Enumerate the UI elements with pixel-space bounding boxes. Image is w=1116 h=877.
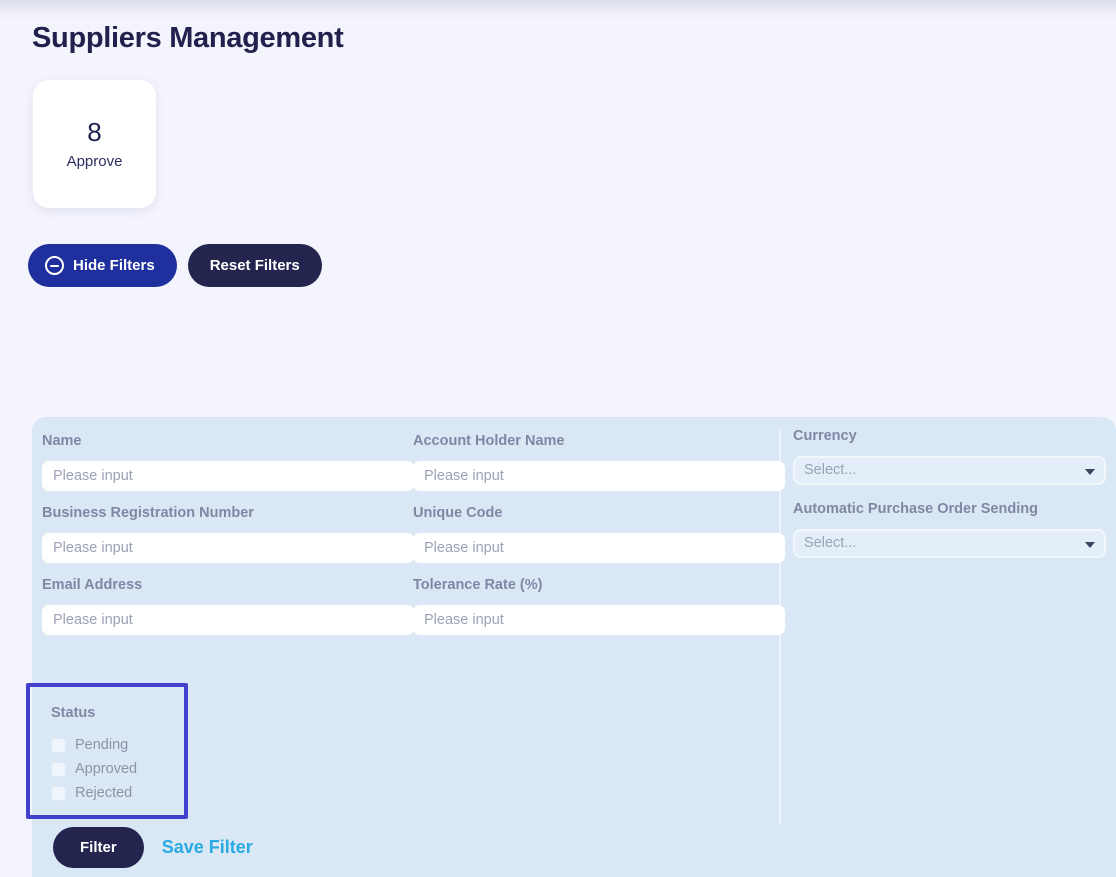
field-label-automatic-purchase-order-sending: Automatic Purchase Order Sending — [793, 501, 1038, 517]
currency-select[interactable]: Select... — [793, 456, 1106, 485]
field-tolerance-rate: Tolerance Rate (%) — [413, 575, 785, 635]
filter-column-right: Currency Select... Automatic Purchase Or… — [793, 426, 1106, 572]
automatic-purchase-order-sending-select[interactable]: Select... — [793, 529, 1106, 558]
circle-minus-icon — [45, 256, 64, 275]
status-label: Status — [51, 705, 96, 721]
hide-filters-button[interactable]: Hide Filters — [28, 244, 177, 287]
field-business-registration-number: Business Registration Number — [42, 503, 414, 563]
field-label-business-registration-number: Business Registration Number — [42, 505, 254, 521]
field-account-holder-name: Account Holder Name — [413, 431, 785, 491]
currency-select-value: Select... — [793, 456, 1106, 485]
checkbox-icon[interactable] — [51, 761, 66, 777]
status-filter-group: Status Pending Approved Rejected — [51, 703, 137, 805]
page-title: Suppliers Management — [32, 22, 344, 54]
save-filter-link[interactable]: Save Filter — [162, 837, 253, 858]
filter-panel: Name Business Registration Number Email … — [26, 417, 1116, 877]
status-option-pending[interactable]: Pending — [51, 733, 137, 757]
status-option-approved[interactable]: Approved — [51, 757, 137, 781]
business-registration-number-input[interactable] — [42, 533, 414, 563]
tolerance-rate-input[interactable] — [413, 605, 785, 635]
filter-panel-actions: Filter Save Filter — [53, 827, 253, 868]
filter-column-left: Name Business Registration Number Email … — [42, 431, 414, 647]
unique-code-input[interactable] — [413, 533, 785, 563]
field-label-account-holder-name: Account Holder Name — [413, 433, 565, 449]
filter-column-middle: Account Holder Name Unique Code Toleranc… — [413, 431, 785, 647]
email-address-input[interactable] — [42, 605, 414, 635]
status-option-label: Pending — [75, 737, 129, 753]
field-automatic-purchase-order-sending: Automatic Purchase Order Sending Select.… — [793, 499, 1106, 558]
filter-toolbar: Hide Filters Reset Filters — [28, 244, 322, 287]
stat-card-value: 8 — [87, 116, 102, 147]
status-option-rejected[interactable]: Rejected — [51, 781, 137, 805]
stat-card-label: Approve — [66, 152, 123, 170]
checkbox-icon[interactable] — [51, 785, 66, 801]
field-label-email-address: Email Address — [42, 577, 143, 593]
reset-filters-button[interactable]: Reset Filters — [187, 244, 322, 287]
field-label-unique-code: Unique Code — [413, 505, 503, 521]
hide-filters-label: Hide Filters — [73, 257, 155, 274]
field-label-name: Name — [42, 433, 82, 449]
stat-card-approve[interactable]: 8 Approve — [33, 80, 156, 208]
status-option-label: Rejected — [75, 785, 133, 801]
filter-button[interactable]: Filter — [53, 827, 144, 868]
field-label-tolerance-rate: Tolerance Rate (%) — [413, 577, 543, 593]
status-filter-group-highlight: Status Pending Approved Rejected — [26, 683, 188, 819]
name-input[interactable] — [42, 461, 414, 491]
field-email-address: Email Address — [42, 575, 414, 635]
checkbox-icon[interactable] — [51, 737, 66, 753]
field-name: Name — [42, 431, 414, 491]
field-unique-code: Unique Code — [413, 503, 785, 563]
field-label-currency: Currency — [793, 428, 857, 444]
account-holder-name-input[interactable] — [413, 461, 785, 491]
field-currency: Currency Select... — [793, 426, 1106, 485]
automatic-purchase-order-sending-select-value: Select... — [793, 529, 1106, 558]
status-option-label: Approved — [75, 761, 138, 777]
